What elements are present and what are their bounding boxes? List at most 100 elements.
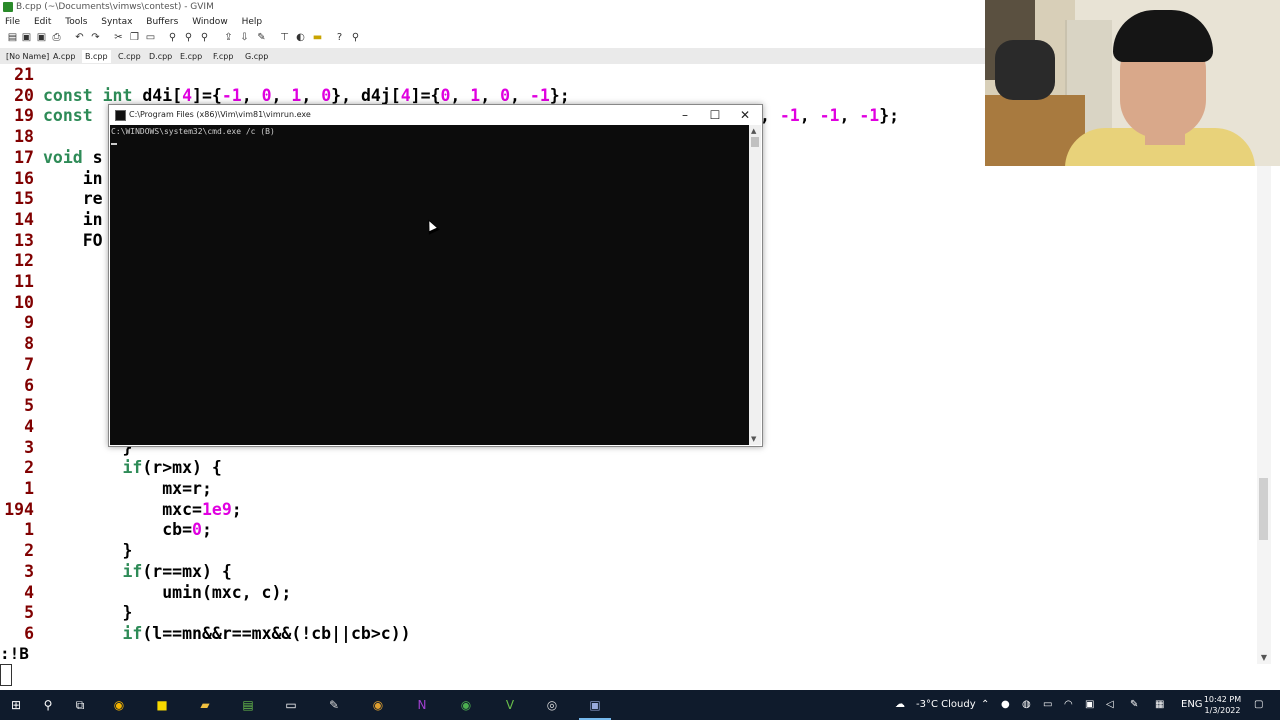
terminal-icon[interactable]: ▭: [283, 697, 299, 713]
cmd-window[interactable]: C:\Program Files (x86)\Vim\vim81\vimrun.…: [108, 104, 763, 447]
paste-icon[interactable]: ▭: [144, 31, 157, 44]
tab-a-cpp[interactable]: A.cpp: [50, 50, 78, 63]
code-line: 14 in: [0, 210, 102, 231]
save-all-icon[interactable]: ▣: [35, 31, 48, 44]
line-number: 194: [4, 499, 34, 519]
find-next-icon[interactable]: ⚲: [182, 31, 195, 44]
chrome-canary-icon[interactable]: ◉: [370, 697, 386, 713]
cmd-scroll-up-icon[interactable]: ▲: [751, 127, 759, 135]
menu-buffers[interactable]: Buffers: [146, 17, 178, 27]
gvim-app-icon: [3, 2, 13, 12]
tab-e-cpp[interactable]: E.cpp: [177, 50, 205, 63]
battery-icon[interactable]: ▭: [1043, 690, 1052, 720]
file-explorer-icon[interactable]: ▰: [197, 697, 213, 713]
sticky-notes-icon[interactable]: ■: [154, 697, 170, 713]
volume-icon[interactable]: ◁: [1106, 690, 1114, 720]
notifications-icon[interactable]: ▢: [1254, 690, 1263, 720]
task-view-icon[interactable]: ⧉: [72, 697, 88, 713]
search-icon[interactable]: ⚲: [40, 697, 56, 713]
toolbar: ▤ ▣ ▣ ⎙ ↶ ↷ ✂ ❐ ▭ ⚲ ⚲ ⚲ ⇪ ⇩ ✎ ⊤ ◐ ▬ ? ⚲: [0, 29, 985, 47]
code-line: 12: [0, 251, 43, 272]
menu-window[interactable]: Window: [192, 17, 228, 27]
console-output[interactable]: C:\WINDOWS\system32\cmd.exe /c (B): [110, 125, 749, 445]
network-icon[interactable]: ▣: [1085, 690, 1094, 720]
tab-g-cpp[interactable]: G.cpp: [242, 50, 271, 63]
keyboard-icon[interactable]: ▦: [1155, 690, 1164, 720]
clock-date: 1/3/2022: [1204, 706, 1241, 715]
start-icon[interactable]: ⊞: [8, 697, 24, 713]
vim-icon[interactable]: V: [502, 697, 518, 713]
vim-command-line[interactable]: :!B: [0, 643, 1255, 665]
minimize-button[interactable]: –: [670, 105, 700, 125]
line-number: 5: [24, 603, 34, 623]
run-script-icon[interactable]: ✎: [255, 31, 268, 44]
save-icon[interactable]: ▣: [20, 31, 33, 44]
code-text: re: [43, 189, 103, 209]
weather-text[interactable]: -3°C Cloudy: [916, 690, 976, 720]
webcam-overlay: [985, 0, 1280, 166]
make-icon[interactable]: ⊤: [278, 31, 291, 44]
close-button[interactable]: ✕: [730, 105, 760, 125]
cmd-scroll-down-icon[interactable]: ▼: [751, 435, 759, 443]
line-number: 19: [14, 106, 34, 126]
print-icon[interactable]: ⎙: [50, 31, 63, 44]
maximize-button[interactable]: ☐: [700, 105, 730, 125]
line-number: 2: [24, 458, 34, 478]
cut-icon[interactable]: ✂: [112, 31, 125, 44]
chevron-up-icon[interactable]: ⌃: [981, 690, 989, 720]
code-text: mx=r;: [43, 479, 212, 498]
pen-icon[interactable]: ✎: [1130, 690, 1138, 720]
scrollbar-thumb[interactable]: [1259, 478, 1268, 540]
cmd-scrollbar-thumb[interactable]: [751, 137, 759, 147]
menu-tools[interactable]: Tools: [65, 17, 87, 27]
taskbar: ⊞ ⚲ ⧉ ◉ ■ ▰ ▤ ▭ ✎ ◉ N ◉ V ◎ ▣ ☁ -3°C Clo…: [0, 690, 1280, 720]
gvim-icon[interactable]: ▣: [579, 697, 611, 720]
find-prev-icon[interactable]: ⚲: [198, 31, 211, 44]
weather-icon[interactable]: ☁: [895, 690, 905, 720]
code-line-19-tail: , -1, -1, -1};: [760, 106, 900, 125]
code-text: cb=0;: [43, 520, 212, 540]
text-cursor: [0, 664, 12, 686]
redo-icon[interactable]: ↷: [89, 31, 102, 44]
menu-help[interactable]: Help: [242, 17, 263, 27]
tab-b-cpp[interactable]: B.cpp: [82, 50, 111, 63]
paint-icon[interactable]: ✎: [326, 697, 342, 713]
menu-syntax[interactable]: Syntax: [101, 17, 132, 27]
tab-no-name[interactable]: [No Name]: [3, 50, 52, 63]
undo-icon[interactable]: ↶: [73, 31, 86, 44]
clock[interactable]: 10:42 PM 1/3/2022: [1200, 694, 1245, 716]
code-text: if(l==mn&&r==mx&&(!cb||cb>c)): [122, 623, 411, 643]
tray-app-icon[interactable]: ●: [1001, 690, 1010, 720]
scroll-down-icon[interactable]: ▼: [1259, 654, 1269, 662]
help-icon[interactable]: ?: [333, 31, 346, 44]
line-number: 16: [14, 168, 34, 188]
tab-d-cpp[interactable]: D.cpp: [146, 50, 175, 63]
menu-file[interactable]: File: [5, 17, 20, 27]
chrome-icon[interactable]: ◉: [111, 697, 127, 713]
copy-icon[interactable]: ❐: [128, 31, 141, 44]
find-help-icon[interactable]: ⚲: [349, 31, 362, 44]
wifi-icon[interactable]: ◠: [1064, 690, 1073, 720]
save-session-icon[interactable]: ⇩: [238, 31, 251, 44]
code-text: const int d4i[4]={-1, 0, 1, 0}, d4j[4]={…: [43, 85, 570, 105]
line-number: 10: [14, 292, 34, 312]
open-icon[interactable]: ▤: [6, 31, 19, 44]
chrome-dev-icon[interactable]: ◉: [458, 697, 474, 713]
code-line: 2 }: [0, 541, 132, 562]
shell-icon[interactable]: ◐: [294, 31, 307, 44]
tray-camera-icon[interactable]: ◍: [1022, 690, 1031, 720]
tab-f-cpp[interactable]: F.cpp: [210, 50, 236, 63]
code-line: 10: [0, 293, 43, 314]
cmd-titlebar[interactable]: C:\Program Files (x86)\Vim\vim81\vimrun.…: [109, 105, 762, 125]
load-session-icon[interactable]: ⇪: [222, 31, 235, 44]
cmd-scrollbar[interactable]: ▲ ▼: [749, 125, 761, 445]
notepad-icon[interactable]: ▤: [240, 697, 256, 713]
tab-c-cpp[interactable]: C.cpp: [115, 50, 144, 63]
obs-icon[interactable]: ◎: [544, 697, 560, 713]
onenote-icon[interactable]: N: [414, 697, 430, 713]
make-tags-icon[interactable]: ▬: [311, 31, 324, 44]
line-number: 1: [24, 479, 34, 498]
code-text: if(r==mx) {: [122, 561, 232, 581]
menu-edit[interactable]: Edit: [34, 17, 51, 27]
find-replace-icon[interactable]: ⚲: [166, 31, 179, 44]
